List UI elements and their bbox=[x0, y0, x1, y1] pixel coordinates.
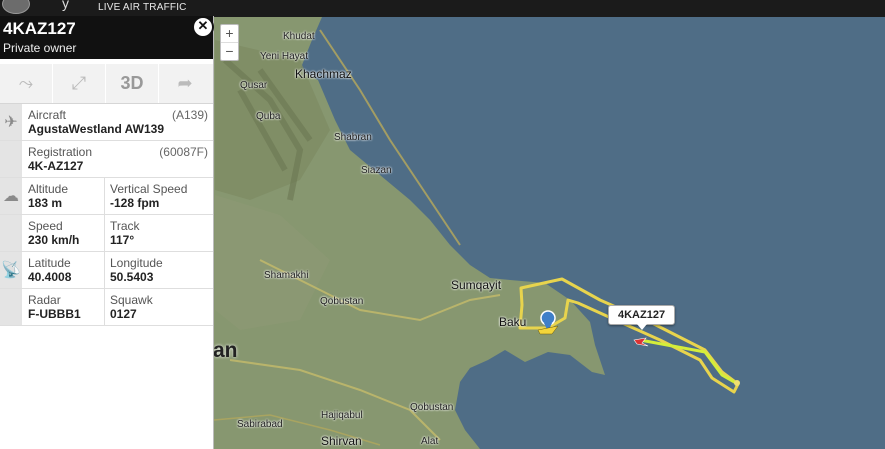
fit-view-icon[interactable]: ⤢ bbox=[53, 64, 106, 103]
vertical-speed-label: Vertical Speed bbox=[110, 182, 188, 196]
top-bar: y LIVE AIR TRAFFIC bbox=[0, 0, 885, 17]
aircraft-label: Aircraft bbox=[28, 108, 67, 122]
radar-value: F-UBBB1 bbox=[28, 307, 81, 321]
share-icon[interactable]: ➦ bbox=[159, 64, 211, 103]
panel-header: 4KAZ127 Private owner ✕ bbox=[0, 16, 214, 59]
owner: Private owner bbox=[3, 41, 77, 55]
aircraft-value: AgustaWestland AW139 bbox=[28, 122, 165, 136]
flight-info-panel: 4KAZ127 Private owner ✕ ⤳ ⤢ 3D ➦ ✈ Aircr… bbox=[0, 16, 214, 449]
vertical-speed-value: -128 fpm bbox=[110, 196, 160, 210]
altitude-row: ☁ Altitude 183 m Vertical Speed -128 fpm bbox=[0, 178, 213, 215]
radar-dish-icon: 📡 bbox=[1, 262, 21, 279]
aircraft-row: ✈ Aircraft (A139) AgustaWestland AW139 bbox=[0, 104, 213, 141]
registration-row: Registration (60087F) 4K-AZ127 bbox=[0, 141, 213, 178]
squawk-label: Squawk bbox=[110, 293, 153, 307]
place-label: Qobustan bbox=[320, 296, 364, 307]
speed-row: Speed 230 km/h Track 117° bbox=[0, 215, 213, 252]
longitude-label: Longitude bbox=[110, 256, 163, 270]
position-row: 📡 Latitude 40.4008 Longitude 50.5403 bbox=[0, 252, 213, 289]
speed-value: 230 km/h bbox=[28, 233, 80, 247]
place-label: Khachmaz bbox=[295, 67, 352, 81]
panel-toolbar: ⤳ ⤢ 3D ➦ bbox=[0, 64, 213, 104]
callsign: 4KAZ127 bbox=[3, 19, 76, 38]
place-label: Qobustan bbox=[410, 402, 454, 413]
speed-label: Speed bbox=[28, 219, 63, 233]
aircraft-code: (A139) bbox=[171, 108, 208, 122]
place-label: Shirvan bbox=[321, 434, 362, 448]
track-label: Track bbox=[110, 219, 140, 233]
zoom-control: + − bbox=[220, 24, 239, 61]
info-rows: ✈ Aircraft (A139) AgustaWestland AW139 R… bbox=[0, 104, 213, 326]
cloud-icon: ☁ bbox=[3, 188, 19, 205]
place-label: Shabran bbox=[334, 132, 372, 143]
logo-mark-icon: y bbox=[62, 0, 69, 11]
place-label: Sumqayit bbox=[451, 278, 502, 292]
longitude-value: 50.5403 bbox=[110, 270, 154, 284]
flight-label[interactable]: 4KAZ127 bbox=[608, 305, 676, 330]
place-label: Siazan bbox=[361, 165, 392, 176]
route-icon[interactable]: ⤳ bbox=[0, 64, 53, 103]
close-icon[interactable]: ✕ bbox=[192, 16, 214, 38]
registration-label: Registration bbox=[28, 145, 93, 159]
place-label: Shamakhi bbox=[264, 270, 309, 281]
radar-label: Radar bbox=[28, 293, 61, 307]
track-value: 117° bbox=[110, 233, 135, 247]
3d-view-button[interactable]: 3D bbox=[106, 64, 159, 103]
place-label: Alat bbox=[421, 436, 439, 447]
squawk-value: 0127 bbox=[110, 307, 137, 321]
place-label: Yeni Hayat bbox=[260, 51, 308, 62]
airplane-icon: ✈ bbox=[4, 114, 18, 131]
registration-value: 4K-AZ127 bbox=[28, 159, 84, 173]
place-label: Khudat bbox=[283, 31, 315, 42]
altitude-value: 183 m bbox=[28, 196, 63, 210]
place-label: Sabirabad bbox=[237, 419, 283, 430]
registration-code: (60087F) bbox=[159, 145, 208, 159]
radar-row: Radar F-UBBB1 Squawk 0127 bbox=[0, 289, 213, 326]
place-label: Baku bbox=[499, 315, 527, 329]
tagline: LIVE AIR TRAFFIC bbox=[98, 2, 187, 13]
place-label: Hajiqabul bbox=[321, 410, 363, 421]
zoom-in-button[interactable]: + bbox=[221, 25, 238, 43]
logo-icon bbox=[2, 0, 30, 14]
latitude-value: 40.4008 bbox=[28, 270, 72, 284]
latitude-label: Latitude bbox=[28, 256, 71, 270]
altitude-label: Altitude bbox=[28, 182, 69, 196]
zoom-out-button[interactable]: − bbox=[221, 43, 238, 60]
country-label: an bbox=[213, 339, 238, 362]
place-label: Quba bbox=[256, 111, 281, 122]
place-label: Qusar bbox=[240, 80, 268, 91]
